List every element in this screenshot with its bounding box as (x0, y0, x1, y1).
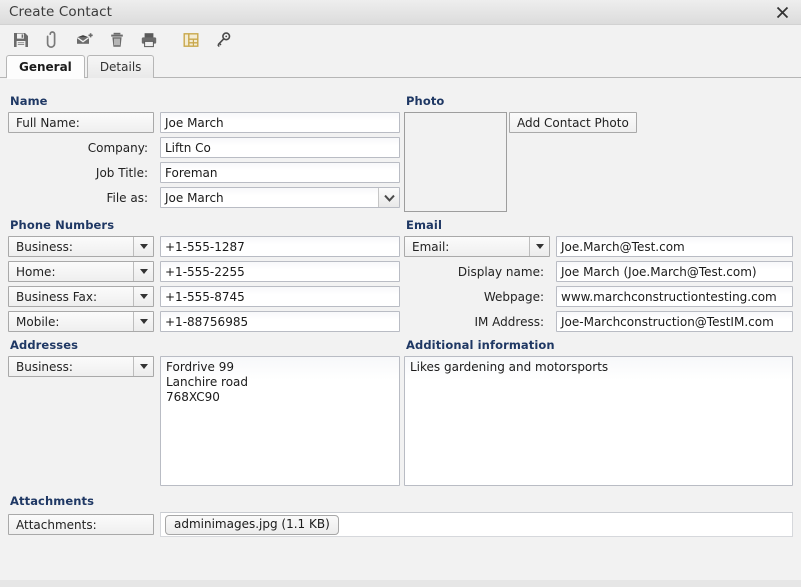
window-title: Create Contact (9, 4, 113, 20)
add-contact-photo-button[interactable]: Add Contact Photo (509, 112, 637, 133)
phone-numbers-section: Phone Numbers Business: +1-555-1287 Home… (8, 218, 400, 336)
name-section: Name Full Name: Joe March Company: Liftn… (8, 94, 400, 212)
form-layout-icon[interactable] (178, 27, 204, 53)
webpage-input[interactable]: www.marchconstructiontesting.com (556, 286, 793, 307)
phone-row: Home: +1-555-2255 (8, 261, 400, 282)
phone-type-combo-2[interactable]: Business Fax: (8, 286, 154, 307)
paperclip-icon[interactable] (40, 27, 66, 53)
caret-down-icon[interactable] (133, 237, 153, 256)
phone-type-combo-1[interactable]: Home: (8, 261, 154, 282)
phone-input-0[interactable]: +1-555-1287 (160, 236, 400, 257)
close-icon[interactable] (763, 0, 801, 25)
additional-information-title: Additional information (406, 338, 555, 352)
attachments-label: Attachments: (16, 517, 97, 532)
full-name-label: Full Name: (16, 115, 80, 130)
display-name-label: Display name: (457, 264, 544, 279)
save-floppy-icon[interactable] (8, 27, 34, 53)
email-type-combo[interactable]: Email: (404, 236, 550, 257)
phone-type-combo-3[interactable]: Mobile: (8, 311, 154, 332)
tabstrip: General Details (0, 55, 801, 79)
file-as-label: File as: (106, 190, 148, 205)
caret-down-icon[interactable] (133, 262, 153, 281)
add-contact-photo-label: Add Contact Photo (517, 115, 629, 130)
caret-down-icon[interactable] (133, 357, 153, 376)
email-input[interactable]: Joe.March@Test.com (556, 236, 793, 257)
file-as-combo[interactable]: Joe March (160, 187, 400, 208)
phone-input-3[interactable]: +1-88756985 (160, 311, 400, 332)
caret-down-icon[interactable] (133, 312, 153, 331)
company-label: Company: (87, 140, 148, 155)
caret-down-icon[interactable] (529, 237, 549, 256)
company-row: Company: Liftn Co (8, 137, 400, 158)
attachments-section-title: Attachments (10, 494, 95, 508)
file-as-row: File as: Joe March (8, 187, 400, 208)
email-type-label: Email: (412, 239, 450, 254)
tab-general[interactable]: General (6, 55, 85, 79)
im-address-row: IM Address: Joe-Marchconstruction@TestIM… (404, 311, 793, 332)
email-section: Email Email: Joe.March@Test.com Display … (404, 218, 793, 336)
form-content: Name Full Name: Joe March Company: Liftn… (0, 78, 801, 587)
full-name-row: Full Name: Joe March (8, 112, 400, 133)
additional-information-textarea[interactable]: Likes gardening and motorsports (404, 356, 793, 486)
phone-input-1[interactable]: +1-555-2255 (160, 261, 400, 282)
toolbar (0, 25, 801, 55)
attachment-chip[interactable]: adminimages.jpg (1.1 KB) (165, 514, 339, 535)
im-address-label: IM Address: (474, 314, 544, 329)
photo-section: Photo Add Contact Photo (404, 94, 793, 212)
additional-information-section: Additional information Likes gardening a… (404, 338, 793, 486)
company-input[interactable]: Liftn Co (160, 137, 400, 158)
phone-input-2[interactable]: +1-555-8745 (160, 286, 400, 307)
phone-type-label-0: Business: (16, 239, 73, 254)
caret-down-icon[interactable] (133, 287, 153, 306)
phone-type-label-1: Home: (16, 264, 56, 279)
attachments-section: Attachments Attachments: adminimages.jpg… (8, 494, 793, 537)
window-bottom-strip (0, 580, 801, 587)
key-icon[interactable] (210, 27, 236, 53)
file-as-value: Joe March (165, 190, 224, 205)
chevron-down-icon[interactable] (378, 188, 399, 207)
job-title-row: Job Title: Foreman (8, 162, 400, 183)
name-section-title: Name (10, 94, 48, 108)
address-type-combo[interactable]: Business: (8, 356, 154, 377)
phone-section-title: Phone Numbers (10, 218, 115, 232)
phone-type-combo-0[interactable]: Business: (8, 236, 154, 257)
address-type-label: Business: (16, 359, 73, 374)
webpage-row: Webpage: www.marchconstructiontesting.co… (404, 286, 793, 307)
display-name-input[interactable]: Joe March (Joe.March@Test.com) (556, 261, 793, 282)
phone-row: Business: +1-555-1287 (8, 236, 400, 257)
printer-icon[interactable] (136, 27, 162, 53)
addresses-section: Addresses Business: Fordrive 99 Lanchire… (8, 338, 400, 486)
photo-section-title: Photo (406, 94, 445, 108)
webpage-label: Webpage: (483, 289, 544, 304)
address-textarea[interactable]: Fordrive 99 Lanchire road 768XC90 (160, 356, 400, 486)
contact-photo-placeholder[interactable] (404, 112, 507, 212)
phone-type-label-3: Mobile: (16, 314, 60, 329)
attachments-button[interactable]: Attachments: (8, 514, 154, 535)
full-name-input[interactable]: Joe March (160, 112, 400, 133)
im-address-input[interactable]: Joe-Marchconstruction@TestIM.com (556, 311, 793, 332)
titlebar: Create Contact (0, 0, 801, 25)
create-contact-window: Create Contact General Details Name Full… (0, 0, 801, 587)
tab-general-label: General (19, 60, 72, 74)
job-title-input[interactable]: Foreman (160, 162, 400, 183)
job-title-label: Job Title: (95, 165, 148, 180)
email-row: Email: Joe.March@Test.com (404, 236, 793, 257)
phone-row: Mobile: +1-88756985 (8, 311, 400, 332)
trash-icon[interactable] (104, 27, 130, 53)
display-name-row: Display name: Joe March (Joe.March@Test.… (404, 261, 793, 282)
phone-row: Business Fax: +1-555-8745 (8, 286, 400, 307)
addresses-section-title: Addresses (10, 338, 79, 352)
attachments-drop-area[interactable]: adminimages.jpg (1.1 KB) (160, 512, 793, 537)
tab-details-label: Details (99, 60, 142, 74)
phone-type-label-2: Business Fax: (16, 289, 98, 304)
tab-details[interactable]: Details (86, 55, 155, 78)
envelope-plus-icon[interactable] (72, 27, 98, 53)
email-section-title: Email (406, 218, 442, 232)
full-name-button[interactable]: Full Name: (8, 112, 154, 133)
